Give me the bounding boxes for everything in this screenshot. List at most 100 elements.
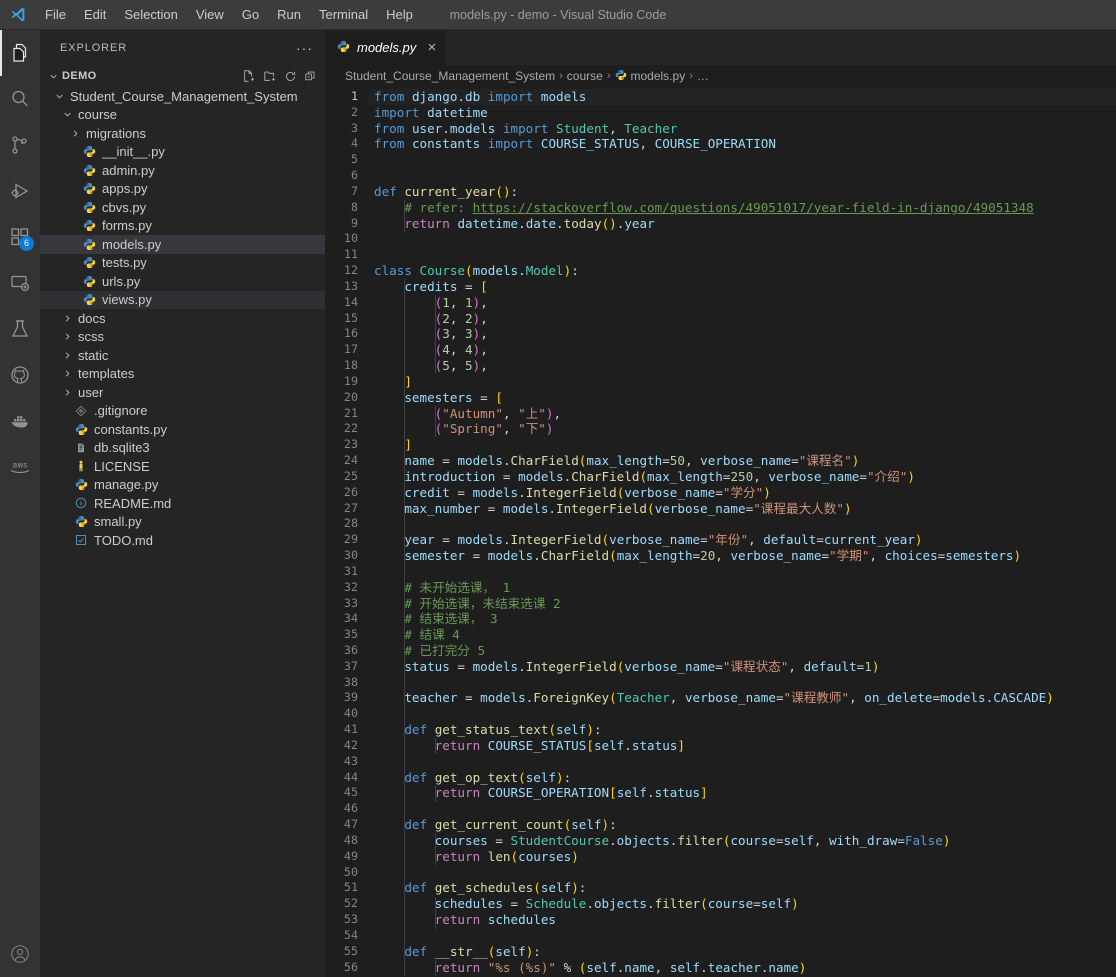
code-line[interactable]: from django.db import models bbox=[369, 89, 1116, 105]
code-line[interactable]: (4, 4), bbox=[369, 342, 1116, 358]
code-line[interactable]: # 结课 4 bbox=[369, 627, 1116, 643]
menu-terminal[interactable]: Terminal bbox=[310, 0, 377, 29]
code-line[interactable]: def __str__(self): bbox=[369, 944, 1116, 960]
menu-run[interactable]: Run bbox=[268, 0, 310, 29]
activitybar-item-accounts[interactable] bbox=[0, 931, 40, 977]
code-line[interactable]: import datetime bbox=[369, 105, 1116, 121]
code-line[interactable]: return COURSE_OPERATION[self.status] bbox=[369, 785, 1116, 801]
code-line[interactable]: semesters = [ bbox=[369, 390, 1116, 406]
tree-item-scss[interactable]: scss bbox=[40, 328, 325, 347]
code-line[interactable] bbox=[369, 928, 1116, 944]
tree-item-init-py[interactable]: __init__.py bbox=[40, 143, 325, 162]
file-tree[interactable]: Student_Course_Management_System course mi… bbox=[40, 87, 325, 977]
code-line[interactable]: teacher = models.ForeignKey(Teacher, ver… bbox=[369, 690, 1116, 706]
activitybar-item-remote-explorer[interactable] bbox=[0, 260, 40, 306]
code-line[interactable] bbox=[369, 706, 1116, 722]
activitybar-item-docker[interactable] bbox=[0, 398, 40, 444]
activitybar-item-run-and-debug[interactable] bbox=[0, 168, 40, 214]
tree-item-views-py[interactable]: views.py bbox=[40, 290, 325, 309]
tree-item-admin-py[interactable]: admin.py bbox=[40, 161, 325, 180]
tree-item-urls-py[interactable]: urls.py bbox=[40, 272, 325, 291]
code-line[interactable]: # 开始选课，未结束选课 2 bbox=[369, 596, 1116, 612]
tree-item-cbvs-py[interactable]: cbvs.py bbox=[40, 198, 325, 217]
tree-item-models-py[interactable]: models.py bbox=[40, 235, 325, 254]
code-line[interactable]: max_number = models.IntegerField(verbose… bbox=[369, 501, 1116, 517]
code-line[interactable] bbox=[369, 564, 1116, 580]
activitybar-item-extensions[interactable]: 6 bbox=[0, 214, 40, 260]
breadcrumb-item-project[interactable]: Student_Course_Management_System bbox=[345, 69, 555, 83]
code-line[interactable]: # 未开始选课， 1 bbox=[369, 580, 1116, 596]
code-line[interactable] bbox=[369, 168, 1116, 184]
code-content[interactable]: from django.db import models import datet… bbox=[369, 87, 1116, 977]
code-line[interactable]: status = models.IntegerField(verbose_nam… bbox=[369, 659, 1116, 675]
tree-item-manage-py[interactable]: manage.py bbox=[40, 476, 325, 495]
code-line[interactable]: def get_current_count(self): bbox=[369, 817, 1116, 833]
menu-go[interactable]: Go bbox=[233, 0, 268, 29]
code-line[interactable] bbox=[369, 865, 1116, 881]
code-line[interactable]: return datetime.date.today().year bbox=[369, 216, 1116, 232]
code-line[interactable] bbox=[369, 675, 1116, 691]
code-line[interactable]: introduction = models.CharField(max_leng… bbox=[369, 469, 1116, 485]
code-line[interactable]: name = models.CharField(max_length=50, v… bbox=[369, 453, 1116, 469]
menu-edit[interactable]: Edit bbox=[75, 0, 115, 29]
tree-item-static[interactable]: static bbox=[40, 346, 325, 365]
code-line[interactable]: semester = models.CharField(max_length=2… bbox=[369, 548, 1116, 564]
code-line[interactable] bbox=[369, 754, 1116, 770]
collapse-all-icon[interactable] bbox=[304, 70, 317, 83]
tree-item-license[interactable]: LICENSE bbox=[40, 457, 325, 476]
chevron-down-icon[interactable] bbox=[46, 71, 60, 82]
code-line[interactable]: courses = StudentCourse.objects.filter(c… bbox=[369, 833, 1116, 849]
code-line[interactable]: # 结束选课， 3 bbox=[369, 611, 1116, 627]
tree-item-db-sqlite3[interactable]: db.sqlite3 bbox=[40, 439, 325, 458]
activitybar-item-github[interactable] bbox=[0, 352, 40, 398]
menu-view[interactable]: View bbox=[187, 0, 233, 29]
activitybar-item-testing[interactable] bbox=[0, 306, 40, 352]
code-line[interactable]: ] bbox=[369, 437, 1116, 453]
tree-item-templates[interactable]: templates bbox=[40, 365, 325, 384]
code-line[interactable]: (2, 2), bbox=[369, 311, 1116, 327]
menu-file[interactable]: File bbox=[36, 0, 75, 29]
tree-item-course[interactable]: course bbox=[40, 106, 325, 125]
code-line[interactable]: (1, 1), bbox=[369, 295, 1116, 311]
code-line[interactable]: def get_status_text(self): bbox=[369, 722, 1116, 738]
breadcrumb-item-course[interactable]: course bbox=[567, 69, 603, 83]
code-line[interactable]: schedules = Schedule.objects.filter(cour… bbox=[369, 896, 1116, 912]
code-line[interactable]: credit = models.IntegerField(verbose_nam… bbox=[369, 485, 1116, 501]
activitybar-item-search[interactable] bbox=[0, 76, 40, 122]
activitybar-item-explorer[interactable] bbox=[0, 30, 40, 76]
tree-item-todo-md[interactable]: TODO.md bbox=[40, 531, 325, 550]
code-line[interactable]: ("Spring", "下") bbox=[369, 421, 1116, 437]
editor-scrollbar[interactable] bbox=[1102, 87, 1116, 977]
tree-item-readme-md[interactable]: README.md bbox=[40, 494, 325, 513]
menu-selection[interactable]: Selection bbox=[115, 0, 186, 29]
code-line[interactable]: ] bbox=[369, 374, 1116, 390]
code-line[interactable]: year = models.IntegerField(verbose_name=… bbox=[369, 532, 1116, 548]
code-line[interactable]: (5, 5), bbox=[369, 358, 1116, 374]
code-line[interactable]: return "%s (%s)" % (self.name, self.teac… bbox=[369, 960, 1116, 976]
tree-item-constants-py[interactable]: constants.py bbox=[40, 420, 325, 439]
tree-root-demo[interactable]: DEMO bbox=[40, 65, 325, 87]
new-folder-icon[interactable] bbox=[263, 69, 277, 83]
code-line[interactable]: class Course(models.Model): bbox=[369, 263, 1116, 279]
breadcrumb-item-file[interactable]: models.py bbox=[615, 69, 685, 84]
code-line[interactable]: return COURSE_STATUS[self.status] bbox=[369, 738, 1116, 754]
new-file-icon[interactable] bbox=[242, 69, 256, 83]
code-line[interactable]: def get_schedules(self): bbox=[369, 880, 1116, 896]
tree-item-docs[interactable]: docs bbox=[40, 309, 325, 328]
code-editor[interactable]: 1 2 3 4 5 6 7 8 9 10 11 12 13 14 15 16 17 18 19 20 21 22 23 24 2… bbox=[325, 87, 1116, 977]
tree-item-small-py[interactable]: small.py bbox=[40, 513, 325, 532]
code-line[interactable]: # 已打完分 5 bbox=[369, 643, 1116, 659]
close-icon[interactable]: × bbox=[427, 40, 436, 55]
activitybar-item-aws[interactable]: aws bbox=[0, 444, 40, 490]
code-line[interactable]: def get_op_text(self): bbox=[369, 770, 1116, 786]
tree-item-apps-py[interactable]: apps.py bbox=[40, 180, 325, 199]
code-line[interactable]: return schedules bbox=[369, 912, 1116, 928]
refresh-icon[interactable] bbox=[284, 70, 297, 83]
code-line[interactable] bbox=[369, 516, 1116, 532]
tree-item-tests-py[interactable]: tests.py bbox=[40, 254, 325, 273]
tab-models-py[interactable]: models.py × bbox=[325, 30, 448, 65]
tree-item-forms-py[interactable]: forms.py bbox=[40, 217, 325, 236]
code-line[interactable]: # refer: https://stackoverflow.com/quest… bbox=[369, 200, 1116, 216]
tree-item-student-course-management-system[interactable]: Student_Course_Management_System bbox=[40, 87, 325, 106]
tree-item-migrations[interactable]: migrations bbox=[40, 124, 325, 143]
